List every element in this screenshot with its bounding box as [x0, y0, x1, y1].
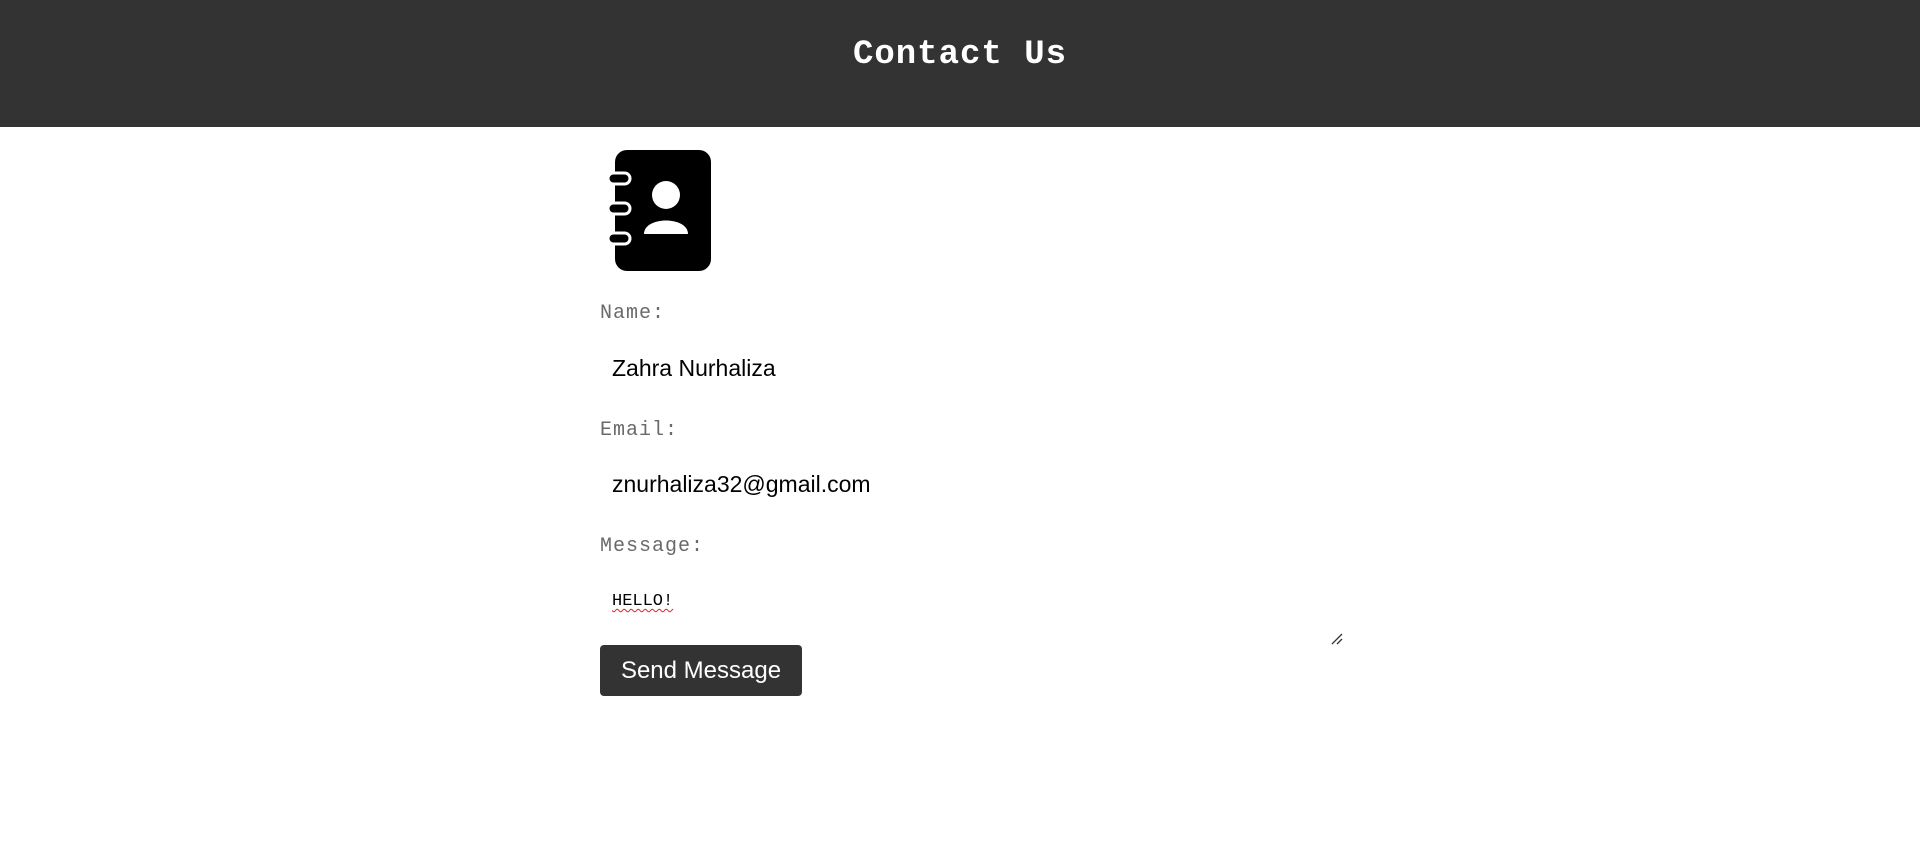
email-label: Email: — [600, 419, 679, 442]
page-header: Contact Us — [0, 0, 1920, 127]
send-message-button[interactable]: Send Message — [600, 645, 802, 696]
contact-book-icon — [608, 150, 711, 271]
email-input[interactable] — [600, 462, 1345, 506]
resize-handle-icon[interactable] — [1330, 632, 1344, 646]
name-label: Name: — [600, 302, 666, 325]
message-label: Message: — [600, 535, 705, 558]
message-textarea[interactable] — [600, 577, 1345, 649]
page-title: Contact Us — [852, 36, 1068, 74]
name-input[interactable] — [600, 346, 1345, 390]
